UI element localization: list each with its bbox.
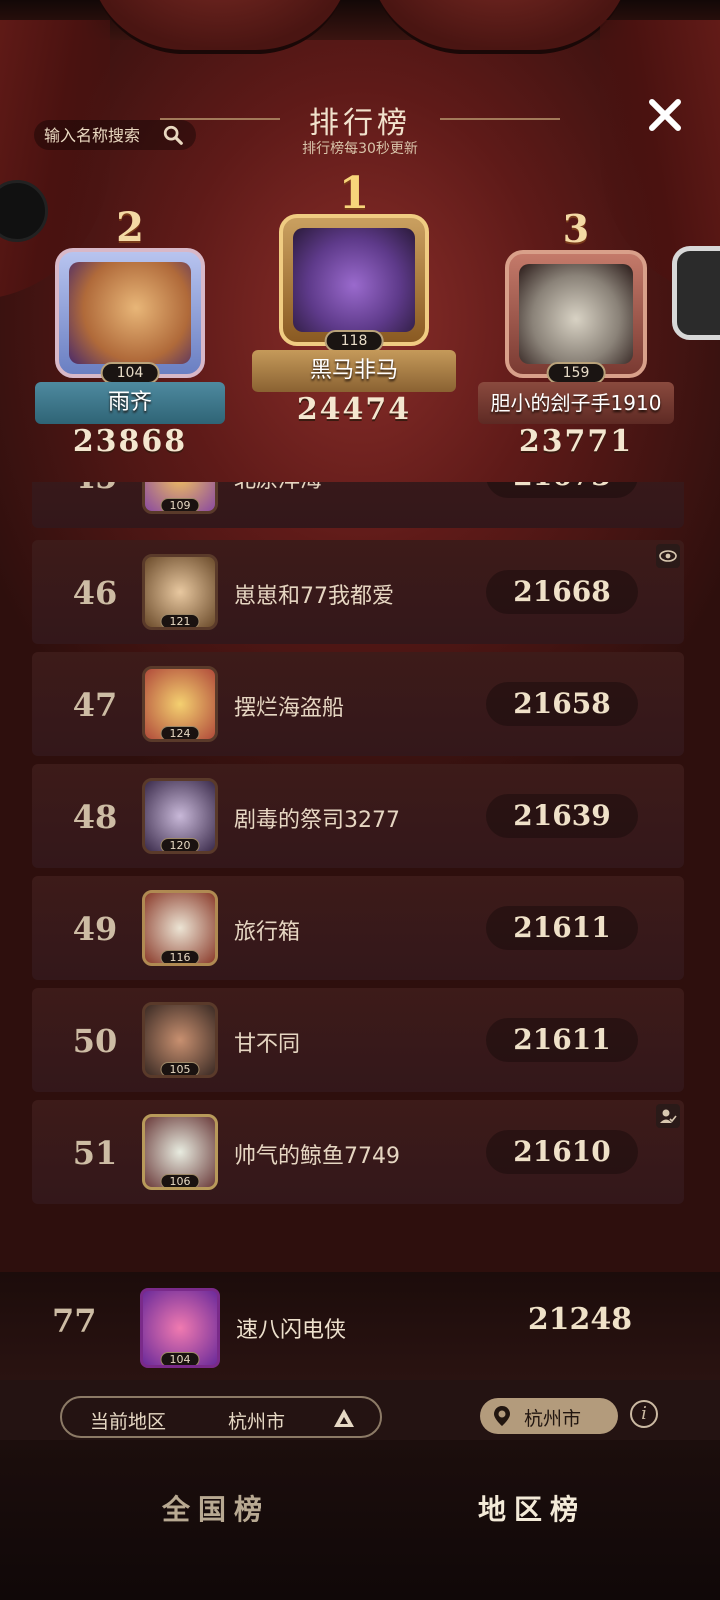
row-score: 21611 [486, 1018, 638, 1062]
list-item[interactable]: 46 121 崽崽和77我都爱 21668 [32, 540, 684, 644]
level-badge: 105 [160, 1062, 200, 1075]
search-icon[interactable] [162, 124, 184, 146]
region-label: 当前地区 [90, 1411, 167, 1433]
curtain-swag-left [90, 0, 350, 54]
avatar: 109 [142, 482, 218, 514]
tab-national[interactable]: 全国榜 [96, 1488, 336, 1528]
location-chip-label: 杭州市 [524, 1408, 582, 1430]
row-score: 21611 [486, 906, 638, 950]
level-badge: 104 [160, 1352, 200, 1365]
level-badge: 118 [324, 330, 384, 352]
level-badge: 104 [100, 362, 160, 384]
avatar: 106 [142, 1114, 218, 1190]
avatar [69, 262, 191, 364]
avatar-frame: 118 [279, 214, 429, 352]
row-score: 21639 [486, 794, 638, 838]
avatar: 116 [142, 890, 218, 966]
row-score: 21668 [486, 570, 638, 614]
avatar: 121 [142, 554, 218, 630]
close-button[interactable] [642, 92, 688, 138]
region-value: 杭州市 [228, 1411, 286, 1433]
row-name: 崽崽和77我都爱 [234, 584, 394, 609]
row-rank: 46 [72, 574, 118, 612]
avatar [293, 228, 415, 332]
podium-rank: 3 [562, 206, 590, 251]
row-score: 21610 [486, 1130, 638, 1174]
level-badge: 116 [160, 950, 200, 963]
row-rank: 49 [72, 910, 118, 948]
row-name: 摆烂海盗船 [234, 696, 345, 721]
row-name: 帅气的鲸鱼7749 [234, 1144, 400, 1169]
row-name: 旅行箱 [234, 920, 301, 945]
tab-bar: 全国榜 地区榜 [0, 1440, 720, 1600]
curtain-swag-right [370, 0, 630, 54]
spectate-button[interactable] [656, 544, 680, 568]
list-item[interactable]: 50 105 甘不同 21611 [32, 988, 684, 1092]
user-check-icon [660, 1109, 677, 1123]
row-name: 北原洋海 [234, 482, 322, 494]
level-badge: 120 [160, 838, 200, 851]
player-score: 23868 [72, 424, 188, 459]
podium-third[interactable]: 3 159 胆小的刽子手1910 23771 [478, 206, 674, 459]
avatar: 105 [142, 1002, 218, 1078]
player-name: 雨齐 [35, 382, 225, 424]
leaderboard-screen: 排行榜 排行榜每30秒更新 2 104 雨齐 23868 1 118 黑马非马 … [0, 0, 720, 1600]
location-chip[interactable]: 杭州市 [480, 1398, 618, 1434]
row-rank: 51 [72, 1134, 118, 1172]
podium-first[interactable]: 1 118 黑马非马 24474 [246, 168, 462, 427]
search-box[interactable] [34, 120, 196, 150]
list-item[interactable]: 45 109 北原洋海 21673 [32, 482, 684, 528]
my-avatar: 104 [140, 1288, 220, 1368]
level-badge: 121 [160, 614, 200, 627]
list-item[interactable]: 51 106 帅气的鲸鱼7749 21610 [32, 1100, 684, 1204]
my-rank: 77 [52, 1302, 97, 1340]
podium-second[interactable]: 2 104 雨齐 23868 [30, 204, 230, 459]
close-icon [649, 99, 681, 131]
podium-rank: 1 [338, 168, 370, 219]
triangle-up-icon [334, 1409, 354, 1427]
region-selector[interactable]: 当前地区 杭州市 [60, 1396, 382, 1438]
info-icon[interactable]: i [630, 1400, 658, 1428]
location-pin-icon [494, 1406, 510, 1426]
level-badge: 109 [160, 498, 200, 511]
row-rank: 50 [72, 1022, 118, 1060]
player-score: 24474 [296, 392, 412, 427]
row-rank: 45 [32, 482, 158, 496]
region-bar: 当前地区 杭州市 杭州市 i [0, 1380, 720, 1440]
level-badge: 124 [160, 726, 200, 739]
level-badge: 106 [160, 1174, 200, 1187]
row-name: 剧毒的祭司3277 [234, 808, 400, 833]
ranking-list[interactable]: 45 109 北原洋海 21673 46 121 崽崽和77我都爱 21668 … [32, 482, 684, 1222]
player-name: 胆小的刽子手1910 [478, 382, 674, 424]
avatar-frame: 159 [505, 250, 647, 384]
avatar: 124 [142, 666, 218, 742]
avatar [519, 264, 633, 364]
list-item[interactable]: 49 116 旅行箱 21611 [32, 876, 684, 980]
level-badge: 159 [546, 362, 606, 384]
friend-button[interactable] [656, 1104, 680, 1128]
page-title: 排行榜 [309, 106, 411, 141]
my-score: 21248 [527, 1302, 633, 1337]
row-score: 21658 [486, 682, 638, 726]
row-rank: 48 [72, 798, 118, 836]
avatar-frame: 104 [55, 248, 205, 384]
side-floating-button[interactable] [672, 246, 720, 340]
my-name: 速八闪电侠 [236, 1318, 347, 1343]
search-input[interactable] [44, 125, 162, 145]
row-name: 甘不同 [234, 1032, 301, 1057]
row-score: 21673 [486, 482, 638, 498]
podium-rank: 2 [116, 204, 144, 251]
player-score: 23771 [518, 424, 634, 459]
player-name: 黑马非马 [252, 350, 456, 392]
tab-regional[interactable]: 地区榜 [412, 1488, 652, 1528]
avatar: 120 [142, 778, 218, 854]
list-item[interactable]: 47 124 摆烂海盗船 21658 [32, 652, 684, 756]
row-rank: 47 [72, 686, 118, 724]
my-rank-row[interactable]: 77 104 速八闪电侠 21248 [0, 1272, 720, 1380]
list-item[interactable]: 48 120 剧毒的祭司3277 21639 [32, 764, 684, 868]
eye-icon [659, 550, 677, 562]
